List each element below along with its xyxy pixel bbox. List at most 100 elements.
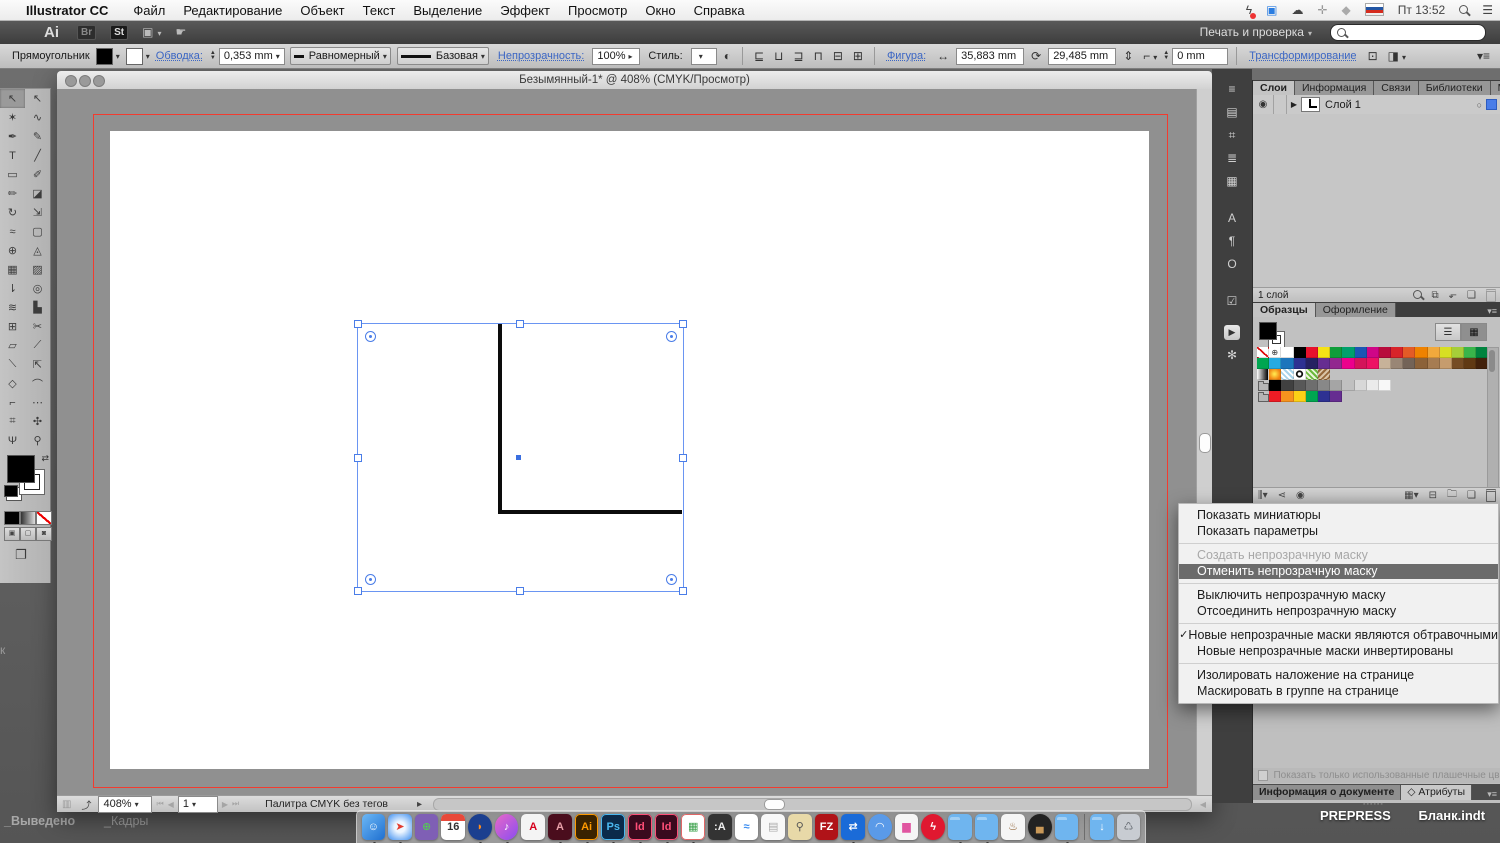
fill-proxy[interactable] — [7, 455, 35, 483]
corner-widget-top-right[interactable] — [666, 331, 677, 342]
swatch[interactable] — [1269, 380, 1281, 391]
free-transform-tool[interactable]: ▢ — [25, 222, 50, 241]
swatch[interactable] — [1281, 391, 1293, 402]
swatch[interactable] — [1330, 358, 1342, 369]
fill-color-button[interactable] — [96, 48, 113, 65]
paragraph-panel-icon[interactable]: ¶ — [1229, 234, 1235, 251]
transform-panel-icon[interactable]: ⌗ — [1229, 128, 1236, 145]
stroke-weight-stepper[interactable]: ▲▼ — [210, 51, 216, 61]
swatch[interactable] — [1367, 380, 1379, 391]
layer-visibility-icon[interactable]: ◉ — [1253, 95, 1274, 114]
previous-artboard-icon[interactable]: ◀ — [168, 800, 174, 809]
locate-object-icon[interactable] — [1413, 290, 1422, 302]
pen-tool[interactable]: ✒ — [0, 127, 25, 146]
swatch[interactable] — [1415, 347, 1427, 358]
shape-width-field[interactable]: 35,883 mm — [956, 48, 1024, 65]
color-tiles-app-icon[interactable]: ▦ — [681, 814, 705, 840]
corner-widget-top-left[interactable] — [365, 331, 376, 342]
swatches-panel-menu-icon[interactable]: ▾≡ — [1487, 306, 1500, 317]
stroke-profile-dropdown[interactable]: Равномерный▾ — [290, 47, 391, 65]
spot-colors-checkbox[interactable] — [1258, 770, 1268, 781]
photos-app-icon[interactable]: ▄ — [1028, 814, 1052, 840]
shape-builder-tool[interactable]: ⊕ — [0, 241, 25, 260]
stroke-weight-field[interactable]: 0,353 mm▾ — [219, 48, 285, 65]
swatch-themes-icon[interactable]: ⋖ — [1278, 490, 1286, 501]
context-menu-item[interactable]: Показать миниатюры — [1179, 508, 1498, 524]
openoffice-icon[interactable]: ≈ — [735, 814, 759, 840]
perspective-grid-tool[interactable]: ◬ — [25, 241, 50, 260]
chart-app-icon[interactable]: ▆ — [895, 814, 919, 840]
pathfinder-panel-icon[interactable]: ▦ — [1226, 174, 1237, 191]
control-panel-menu-icon[interactable]: ▾≡ — [1477, 49, 1490, 63]
swatch[interactable] — [1391, 347, 1403, 358]
context-menu-item[interactable]: Выключить непрозрачную маску — [1179, 588, 1498, 604]
artboard-number-field[interactable]: 1▾ — [178, 796, 218, 813]
brush-definition-dropdown[interactable]: Базовая▾ — [397, 47, 489, 65]
path-vertical-segment[interactable] — [498, 324, 502, 514]
swatch[interactable] — [1269, 369, 1281, 380]
corner-widget-bottom-left[interactable] — [365, 574, 376, 585]
notification-center-icon[interactable]: ☰ — [1482, 3, 1493, 17]
swatches-fill-proxy[interactable] — [1259, 322, 1277, 340]
measure-tool[interactable]: ⌐ — [0, 393, 25, 412]
align-middle-vertical-icon[interactable]: ⊟ — [833, 49, 843, 63]
teamviewer-status-icon[interactable]: ▣ — [1266, 3, 1277, 17]
swatch[interactable] — [1269, 391, 1281, 402]
swatch-group-folder-icon[interactable] — [1257, 391, 1269, 402]
screen-mode-button[interactable]: ❐ — [15, 547, 27, 563]
color-button[interactable] — [4, 511, 20, 525]
selection-handle-bottom-right[interactable] — [679, 587, 687, 595]
zoom-level-dropdown[interactable]: 408%▾ — [98, 796, 152, 813]
blue-hat-app-icon[interactable]: ◠ — [868, 814, 892, 840]
scale-tool[interactable]: ⇲ — [25, 203, 50, 222]
swatch[interactable] — [1306, 391, 1318, 402]
app-menu-title[interactable]: Illustrator CC — [26, 3, 108, 18]
swatches-tab[interactable]: Образцы — [1253, 303, 1316, 317]
swatch[interactable] — [1281, 347, 1293, 358]
blob-brush-tool[interactable]: ✣ — [25, 412, 50, 431]
spotlight-search-icon[interactable] — [1459, 3, 1468, 17]
context-menu-item[interactable]: ✓Новые непрозрачные маски являются обтра… — [1179, 628, 1498, 644]
default-fill-stroke-icon[interactable] — [4, 485, 18, 497]
indesign-icon[interactable]: Id — [628, 814, 652, 840]
swatch[interactable] — [1257, 358, 1269, 369]
type-tool[interactable]: T — [0, 146, 25, 165]
context-menu-item[interactable]: Показать параметры — [1179, 524, 1498, 540]
stroke-color-button[interactable] — [126, 48, 143, 65]
draw-behind-button[interactable]: ▢ — [20, 527, 36, 541]
minimize-window-button[interactable] — [79, 75, 91, 87]
swatch[interactable] — [1306, 369, 1318, 380]
shape-link[interactable]: Фигура: — [887, 50, 926, 62]
swatch[interactable] — [1391, 358, 1403, 369]
symbolism-tool[interactable]: ◇ — [0, 374, 25, 393]
swatch[interactable] — [1379, 347, 1391, 358]
swatch[interactable] — [1379, 358, 1391, 369]
status-proxy-text[interactable]: Палитра CMYK без тегов — [265, 798, 388, 810]
selection-tool[interactable]: ↖ — [0, 89, 25, 108]
select-similar-icon[interactable]: ◨▾ — [1388, 49, 1406, 63]
panel-menu-icon[interactable]: ≡ — [1228, 82, 1235, 99]
background-tab-kadry[interactable]: _Кадры — [104, 814, 148, 828]
lightning-status-icon[interactable]: ϟ — [1246, 3, 1252, 17]
libreoffice-icon[interactable]: ▤ — [761, 814, 785, 840]
swatch[interactable] — [1342, 358, 1354, 369]
swatch[interactable] — [1306, 380, 1318, 391]
java-app-icon[interactable]: ♨ — [1001, 814, 1025, 840]
swatch[interactable] — [1318, 358, 1330, 369]
swap-fill-stroke-icon[interactable]: ⇄ — [41, 453, 49, 464]
pencil-tool[interactable]: ✏ — [0, 184, 25, 203]
layer-selection-indicator[interactable] — [1486, 99, 1497, 110]
swatch[interactable] — [1294, 358, 1306, 369]
layers-tab[interactable]: Библиотеки — [1419, 81, 1491, 95]
context-menu-item[interactable]: Отменить непрозрачную маску — [1179, 564, 1498, 580]
stock-button[interactable]: St — [110, 25, 128, 40]
layer-lock-cell[interactable] — [1274, 95, 1287, 114]
context-menu-item[interactable]: Отсоединить непрозрачную маску — [1179, 604, 1498, 620]
swatch-options-icon[interactable]: ⊟ — [1429, 490, 1437, 501]
swatch[interactable] — [1330, 347, 1342, 358]
paintbrush-tool[interactable]: ✐ — [25, 165, 50, 184]
trash-icon[interactable]: ♺ — [1117, 814, 1141, 840]
selection-center-point[interactable] — [516, 455, 521, 460]
folder-3-icon[interactable] — [1055, 814, 1079, 840]
align-panel-icon[interactable]: ≣ — [1227, 151, 1237, 168]
